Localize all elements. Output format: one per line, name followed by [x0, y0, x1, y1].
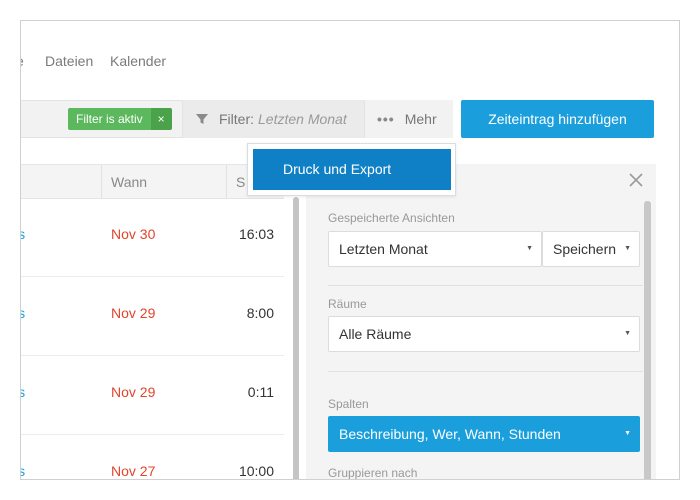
saved-view-value: Letzten Monat	[339, 241, 428, 257]
add-time-entry-button[interactable]: Zeiteintrag hinzufügen	[461, 100, 654, 138]
column-divider	[101, 165, 102, 198]
table-row[interactable]: is Nov 29 0:11	[21, 356, 284, 435]
saved-view-select[interactable]: Letzten Monat ▼	[328, 231, 542, 267]
chevron-down-icon: ▼	[526, 245, 533, 252]
rooms-value: Alle Räume	[339, 326, 412, 342]
row-date: Nov 29	[111, 384, 156, 400]
panel-content: Gespeicherte Ansichten Letzten Monat ▼ S…	[306, 196, 648, 480]
view-settings-panel: Gespeicherte Ansichten Letzten Monat ▼ S…	[306, 164, 656, 480]
filter-active-label: Filter is aktiv	[68, 108, 151, 130]
column-divider	[226, 165, 227, 198]
nav-item-kalender[interactable]: Kalender	[110, 53, 166, 69]
chevron-down-icon: ▼	[624, 330, 631, 337]
clear-filter-button[interactable]: ×	[150, 108, 172, 130]
column-header-partial[interactable]: S	[236, 174, 245, 190]
row-time: 10:00	[238, 463, 274, 479]
row-time: 16:03	[238, 226, 274, 242]
panel-scrollbar[interactable]	[644, 201, 651, 479]
columns-value: Beschreibung, Wer, Wann, Stunden	[339, 426, 561, 442]
row-date: Nov 30	[111, 226, 156, 242]
more-button[interactable]: ••• Mehr	[364, 100, 453, 138]
table-row[interactable]: is Nov 29 8:00	[21, 277, 284, 356]
section-divider	[328, 371, 643, 372]
filter-prefix: Filter:	[219, 111, 254, 127]
columns-select[interactable]: Beschreibung, Wer, Wann, Stunden ▼	[328, 416, 640, 452]
table-row[interactable]: is Nov 30 16:03	[21, 198, 284, 277]
rooms-select[interactable]: Alle Räume ▼	[328, 316, 640, 352]
filter-active-badge: Filter is aktiv ×	[68, 108, 172, 130]
funnel-icon	[196, 114, 208, 124]
rooms-label: Räume	[328, 297, 367, 311]
row-description-link[interactable]: is	[21, 384, 25, 400]
app-window: e Dateien Kalender Filter is aktiv × Fil…	[20, 20, 680, 480]
more-label: Mehr	[404, 111, 437, 127]
row-date: Nov 29	[111, 305, 156, 321]
filter-dropdown[interactable]: Filter: Letzten Monat	[182, 100, 364, 138]
save-view-button[interactable]: Speichern ▼	[542, 231, 640, 267]
nav-item-dateien[interactable]: Dateien	[45, 53, 93, 69]
more-dots-icon: •••	[377, 111, 395, 127]
print-export-menu-item[interactable]: Druck und Export	[253, 149, 451, 190]
row-description-link[interactable]: is	[21, 305, 25, 321]
close-icon[interactable]	[628, 172, 644, 188]
row-time: 0:11	[247, 384, 274, 400]
top-nav: e Dateien Kalender	[21, 21, 679, 101]
saved-views-label: Gespeicherte Ansichten	[328, 211, 455, 225]
table-header: Wann S	[21, 164, 284, 199]
save-view-label: Speichern	[553, 241, 617, 257]
column-header-wann[interactable]: Wann	[111, 174, 147, 190]
row-description-link[interactable]: is	[21, 226, 25, 242]
row-description-link[interactable]: is	[21, 463, 25, 479]
chevron-down-icon: ▼	[624, 430, 631, 437]
table-row[interactable]: is Nov 27 10:00	[21, 435, 284, 479]
more-menu-popover: Druck und Export	[247, 143, 456, 196]
columns-label: Spalten	[328, 397, 369, 411]
row-date: Nov 27	[111, 463, 156, 479]
table-scrollbar[interactable]	[293, 197, 299, 479]
chevron-down-icon: ▼	[624, 245, 631, 252]
filter-value: Letzten Monat	[258, 111, 347, 127]
filter-toolbar: Filter is aktiv × Filter: Letzten Monat …	[21, 100, 453, 138]
nav-item-partial[interactable]: e	[21, 53, 24, 69]
row-time: 8:00	[246, 305, 274, 321]
group-by-label: Gruppieren nach	[328, 466, 418, 480]
section-divider	[328, 285, 643, 286]
